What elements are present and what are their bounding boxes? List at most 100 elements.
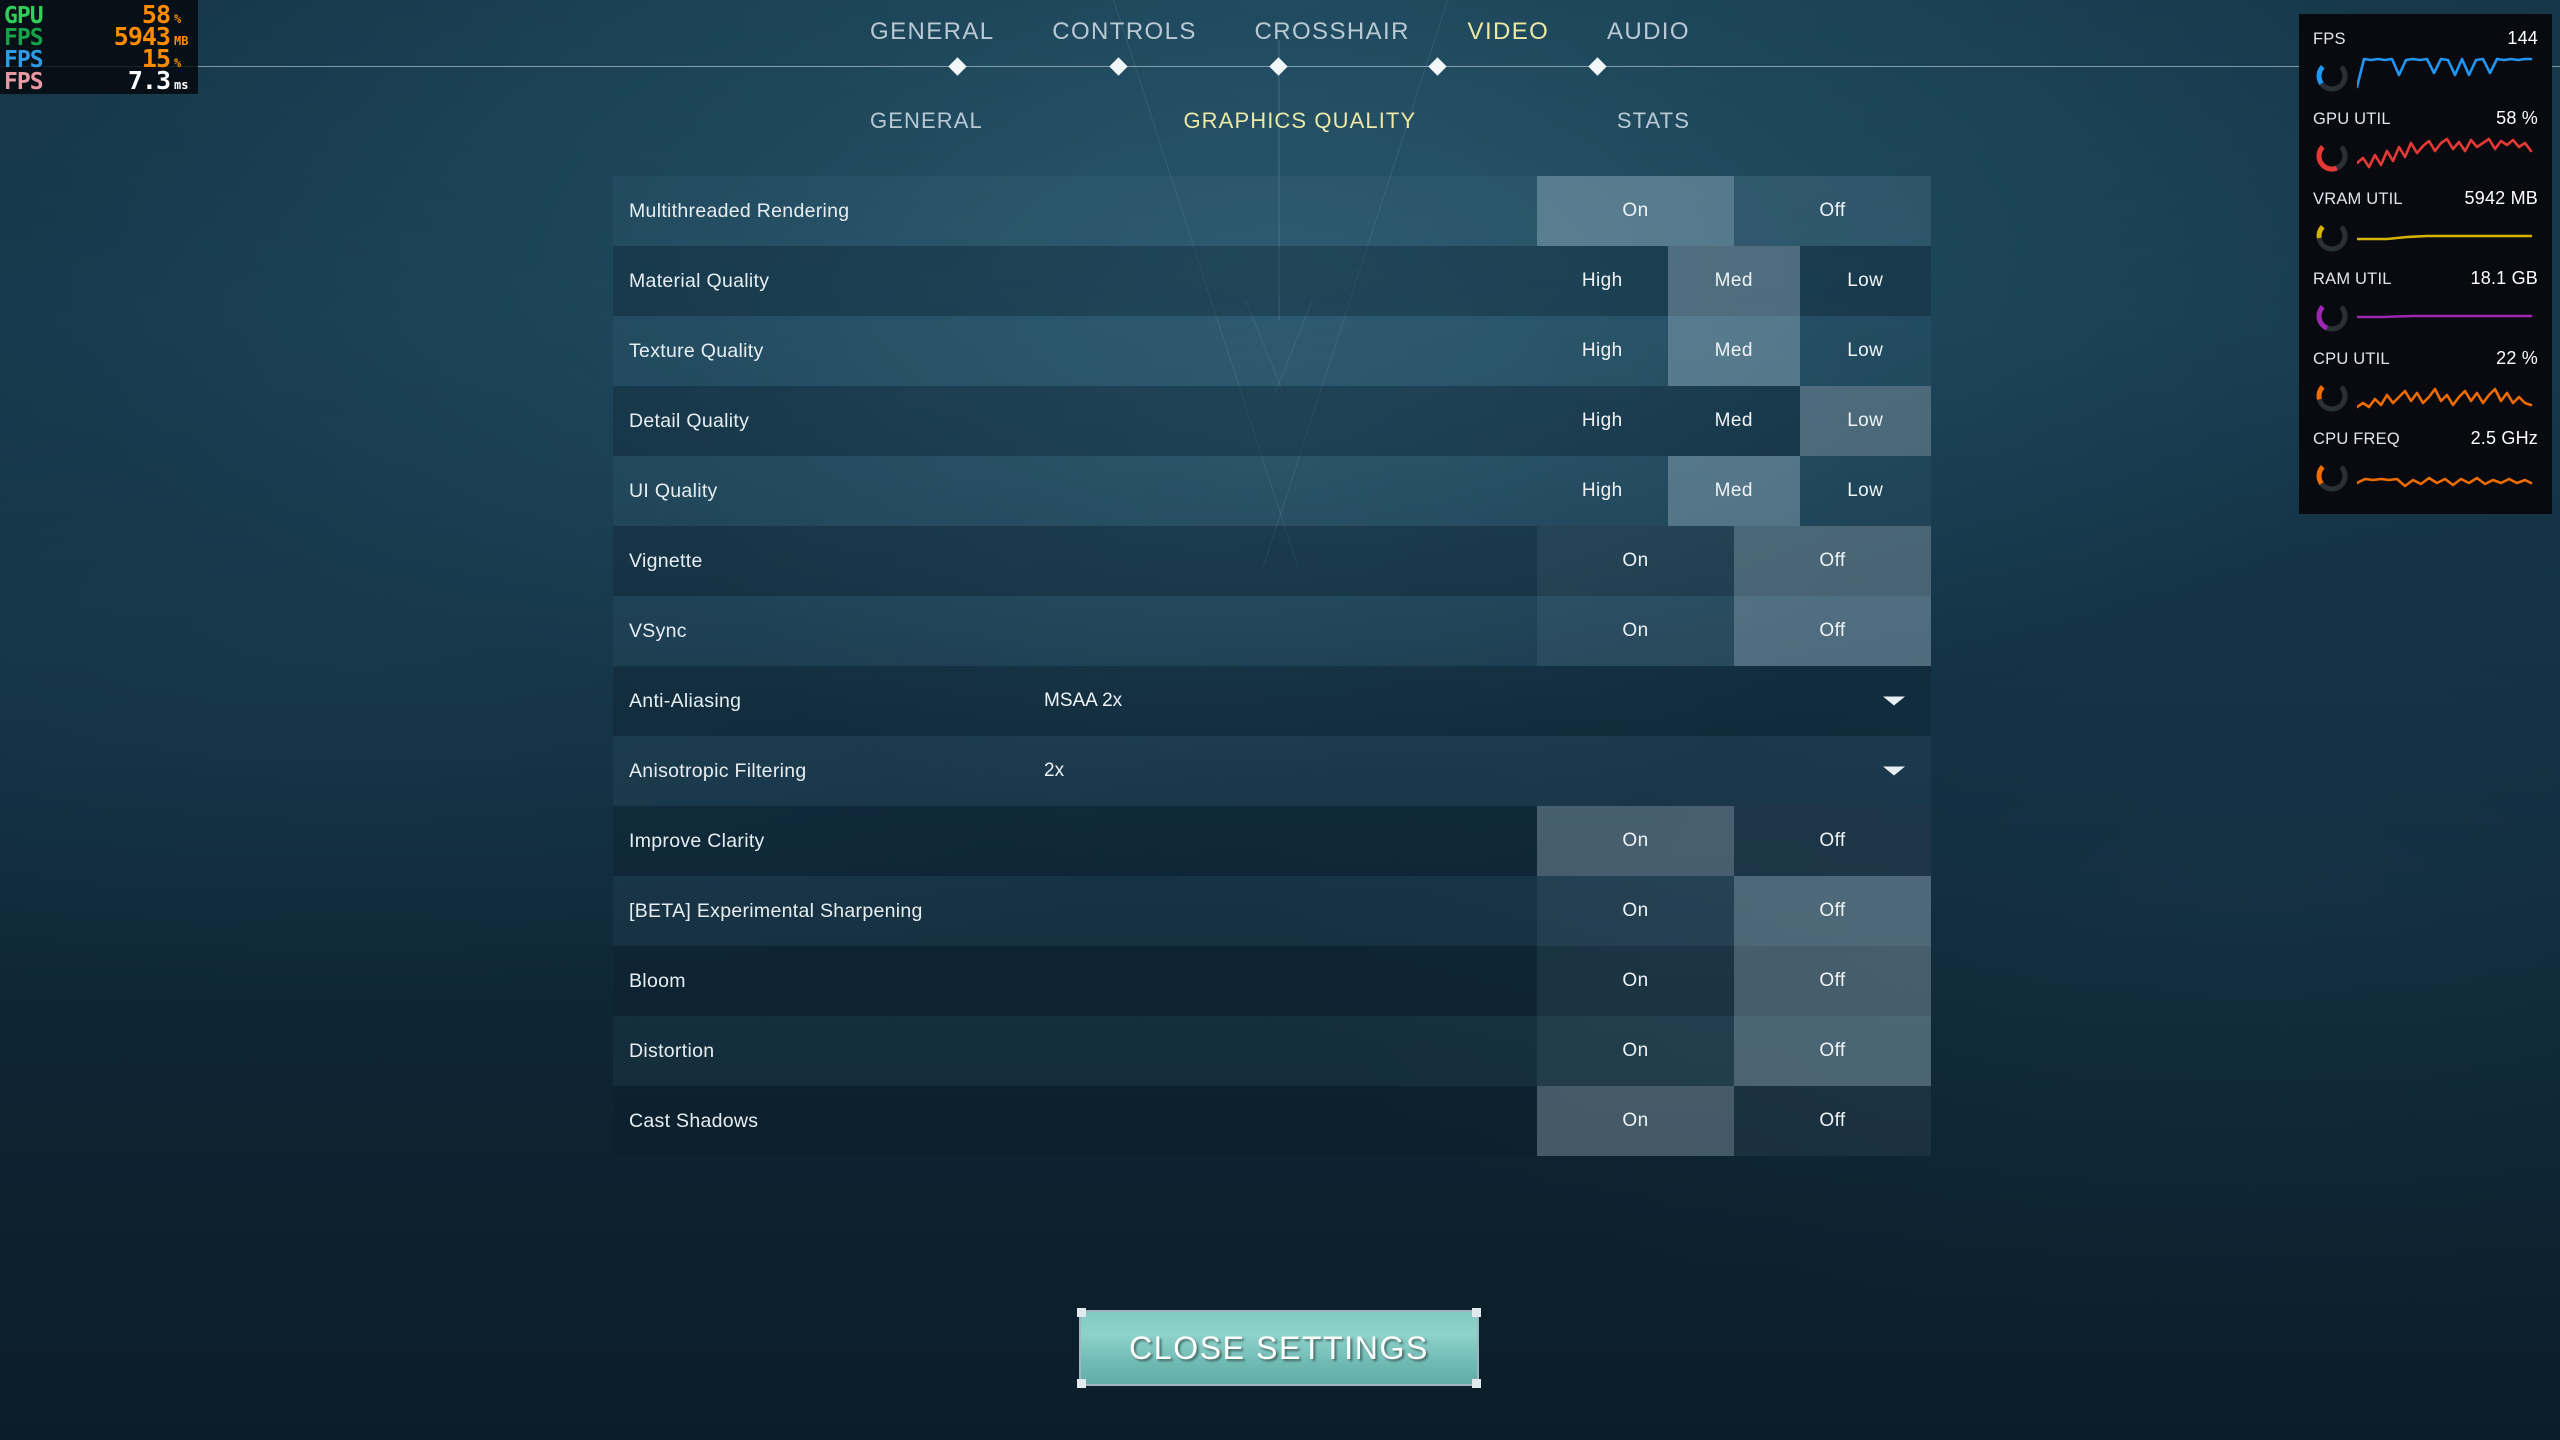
chevron-down-icon[interactable] [1883, 766, 1905, 776]
setting-option-low[interactable]: Low [1800, 456, 1932, 526]
setting-option-low[interactable]: Low [1800, 246, 1932, 316]
setting-option-on[interactable]: On [1537, 806, 1734, 876]
setting-label: Anti-Aliasing [629, 689, 742, 712]
setting-option-med[interactable]: Med [1668, 386, 1800, 456]
setting-option-med[interactable]: Med [1668, 456, 1800, 526]
setting-option-on[interactable]: On [1537, 176, 1734, 246]
setting-label: Vignette [629, 549, 703, 572]
setting-option-spacer [1028, 386, 1537, 456]
setting-options: On Off [1028, 806, 1931, 876]
setting-option-spacer [1028, 246, 1537, 316]
setting-label: VSync [629, 619, 687, 642]
setting-option-med[interactable]: Med [1668, 246, 1800, 316]
setting-option-on[interactable]: On [1537, 526, 1734, 596]
nav-subtab-graphics-quality[interactable]: GRAPHICS QUALITY [1183, 108, 1416, 134]
stat-graphics [2313, 133, 2538, 183]
setting-option-off[interactable]: Off [1734, 876, 1931, 946]
stat-sparkline [2357, 234, 2533, 241]
perf-overlay-row: GPU 58% [4, 2, 188, 28]
setting-option-med[interactable]: Med [1668, 316, 1800, 386]
setting-option-high[interactable]: High [1537, 386, 1669, 456]
setting-option-on[interactable]: On [1537, 876, 1734, 946]
chevron-down-icon[interactable] [1883, 696, 1905, 706]
dropdown-value: MSAA 2x [1044, 690, 1123, 711]
setting-option-off[interactable]: Off [1734, 596, 1931, 666]
nav-subtab-stats[interactable]: STATS [1617, 108, 1690, 134]
stat-sparkline [2357, 314, 2533, 319]
perf-overlay-unit: ms [174, 78, 189, 92]
setting-option-low[interactable]: Low [1800, 316, 1932, 386]
stat-sparkline [2357, 476, 2533, 488]
perf-overlay-row: FPS 5943 MB [4, 24, 188, 50]
stat-dial-icon [2316, 145, 2348, 172]
stat-graphics [2313, 373, 2538, 423]
button-corner-marker [1077, 1308, 1086, 1317]
stat-dial-icon [2316, 305, 2348, 332]
stat-header: FPS 144 [2313, 28, 2538, 49]
settings-row: Multithreaded Rendering On Off [613, 176, 1931, 246]
setting-option-off[interactable]: Off [1734, 946, 1931, 1016]
setting-option-on[interactable]: On [1537, 1016, 1734, 1086]
settings-row: VSync On Off [613, 596, 1931, 666]
setting-option-spacer [1028, 316, 1537, 386]
setting-option-off[interactable]: Off [1734, 1086, 1931, 1156]
button-corner-marker [1077, 1379, 1086, 1388]
stat-graphics [2313, 453, 2538, 503]
setting-option-on[interactable]: On [1537, 596, 1734, 666]
stat-graphics [2313, 53, 2538, 103]
stat-key: RAM UTIL [2313, 270, 2392, 288]
stat-graphics [2313, 293, 2538, 343]
setting-option-off[interactable]: Off [1734, 1016, 1931, 1086]
stat-block: VRAM UTIL 5942 MB [2313, 188, 2538, 268]
stat-block: FPS 144 [2313, 28, 2538, 108]
setting-label: Distortion [629, 1039, 715, 1062]
stat-block: CPU UTIL 22 % [2313, 348, 2538, 428]
hardware-stats-panel: FPS 144 GPU UTIL 58 % VRAM UTIL 5942 MB RAM UT… [2299, 14, 2552, 514]
setting-option-off[interactable]: Off [1734, 806, 1931, 876]
nav-tab-controls[interactable]: CONTROLS [1052, 18, 1197, 46]
settings-row: Texture Quality High Med Low [613, 316, 1931, 386]
settings-row: [BETA] Experimental Sharpening On Off [613, 876, 1931, 946]
setting-options: 2x [1028, 736, 1931, 806]
stat-header: VRAM UTIL 5942 MB [2313, 188, 2538, 209]
stat-key: CPU UTIL [2313, 350, 2390, 368]
setting-option-off[interactable]: Off [1734, 526, 1931, 596]
settings-row: Bloom On Off [613, 946, 1931, 1016]
setting-option-spacer [1028, 1016, 1537, 1086]
nav-subtab-general[interactable]: GENERAL [870, 108, 983, 134]
settings-row: UI Quality High Med Low [613, 456, 1931, 526]
setting-dropdown[interactable]: 2x [1028, 736, 1931, 806]
setting-option-spacer [1028, 596, 1537, 666]
setting-options: MSAA 2x [1028, 666, 1931, 736]
setting-option-high[interactable]: High [1537, 456, 1669, 526]
dropdown-value: 2x [1044, 760, 1065, 781]
setting-options: High Med Low [1028, 386, 1931, 456]
setting-label: Material Quality [629, 269, 770, 292]
setting-dropdown[interactable]: MSAA 2x [1028, 666, 1931, 736]
perf-overlay-row: FPS 15% [4, 46, 188, 72]
setting-option-on[interactable]: On [1537, 946, 1734, 1016]
setting-options: High Med Low [1028, 456, 1931, 526]
nav-tab-general[interactable]: GENERAL [870, 18, 995, 46]
setting-label: Detail Quality [629, 409, 750, 432]
setting-options: On Off [1028, 876, 1931, 946]
stat-key: FPS [2313, 30, 2346, 48]
nav-tab-audio[interactable]: AUDIO [1607, 18, 1690, 46]
setting-option-low[interactable]: Low [1799, 386, 1931, 456]
stat-graphics [2313, 213, 2538, 263]
nav-tab-crosshair[interactable]: CROSSHAIR [1255, 18, 1410, 46]
stat-key: VRAM UTIL [2313, 190, 2403, 208]
setting-option-high[interactable]: High [1537, 316, 1669, 386]
perf-overlay-unit: % [174, 12, 182, 26]
close-settings-label: CLOSE SETTINGS [1129, 1329, 1429, 1366]
nav-tab-video[interactable]: VIDEO [1468, 18, 1550, 46]
stat-value: 144 [2507, 28, 2538, 48]
close-settings-button[interactable]: CLOSE SETTINGS [1077, 1308, 1481, 1388]
setting-option-off[interactable]: Off [1734, 176, 1931, 246]
setting-option-on[interactable]: On [1537, 1086, 1734, 1156]
setting-label: Anisotropic Filtering [629, 759, 807, 782]
setting-options: On Off [1028, 1016, 1931, 1086]
setting-option-high[interactable]: High [1537, 246, 1669, 316]
stat-dial-icon [2316, 465, 2348, 492]
setting-options: On Off [1028, 1086, 1931, 1156]
